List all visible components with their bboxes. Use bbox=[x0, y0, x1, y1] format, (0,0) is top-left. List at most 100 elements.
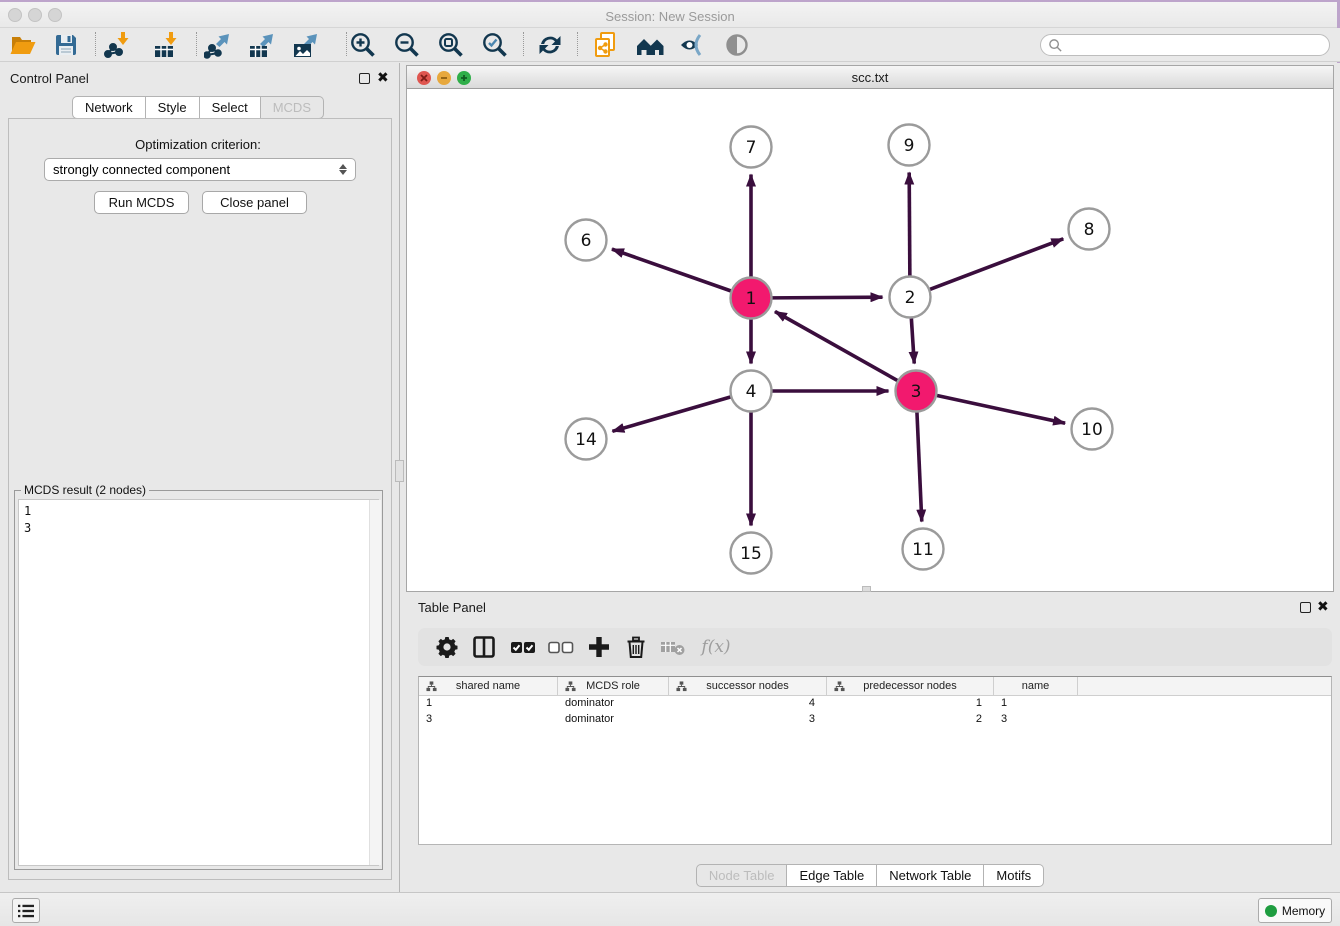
gear-icon[interactable] bbox=[432, 632, 462, 662]
column-header-name[interactable]: name bbox=[994, 677, 1078, 695]
tab-edge-table[interactable]: Edge Table bbox=[787, 864, 877, 887]
graph-node-label: 4 bbox=[746, 382, 757, 402]
hide-panel-icon[interactable] bbox=[678, 30, 708, 60]
function-icon[interactable]: f(x) bbox=[696, 632, 736, 662]
zoom-fit-icon[interactable] bbox=[436, 30, 466, 60]
search-field[interactable] bbox=[1040, 34, 1330, 56]
status-bar: Memory bbox=[0, 892, 1340, 926]
graph-edge-3-1[interactable] bbox=[775, 312, 897, 381]
column-header-successor-nodes[interactable]: successor nodes bbox=[669, 677, 827, 695]
table-row[interactable]: 3dominator323 bbox=[419, 712, 1331, 728]
select-all-icon[interactable] bbox=[508, 632, 538, 662]
table-cell[interactable]: 3 bbox=[994, 712, 1078, 728]
export-table-icon[interactable] bbox=[247, 30, 277, 60]
memory-button[interactable]: Memory bbox=[1258, 898, 1332, 923]
table-cell[interactable]: dominator bbox=[558, 712, 669, 728]
table-cell[interactable]: 4 bbox=[669, 696, 827, 712]
zoom-in-icon[interactable] bbox=[348, 30, 378, 60]
zoom-out-icon[interactable] bbox=[392, 30, 422, 60]
graph-node-label: 15 bbox=[740, 544, 762, 564]
run-mcds-button[interactable]: Run MCDS bbox=[94, 191, 189, 214]
control-panel-float-icon[interactable] bbox=[359, 73, 370, 84]
deselect-all-icon[interactable] bbox=[546, 632, 576, 662]
splitter-handle[interactable] bbox=[395, 460, 404, 482]
home-view-icon[interactable] bbox=[635, 30, 665, 60]
graph-edge-3-11[interactable] bbox=[917, 412, 922, 521]
horizontal-splitter-handle[interactable] bbox=[862, 586, 871, 592]
save-session-icon[interactable] bbox=[51, 30, 81, 60]
table-cell[interactable]: 3 bbox=[419, 712, 558, 728]
toolbar-separator bbox=[95, 32, 96, 56]
graph-edge-2-9[interactable] bbox=[909, 172, 910, 275]
column-header-predecessor-nodes[interactable]: predecessor nodes bbox=[827, 677, 994, 695]
table-cell[interactable]: 3 bbox=[669, 712, 827, 728]
control-panel-close-icon[interactable]: ✖ bbox=[377, 72, 389, 83]
graph-node-label: 14 bbox=[575, 430, 597, 450]
window-titlebar: Session: New Session bbox=[0, 0, 1340, 28]
criterion-select[interactable]: strongly connected component bbox=[44, 158, 356, 181]
tab-node-table[interactable]: Node Table bbox=[696, 864, 788, 887]
graph-edge-2-3[interactable] bbox=[911, 318, 914, 363]
network-window-title: scc.txt bbox=[407, 70, 1333, 85]
mcds-result-text[interactable]: 1 3 bbox=[18, 499, 379, 866]
tab-mcds[interactable]: MCDS bbox=[261, 96, 324, 119]
table-panel-float-icon[interactable] bbox=[1300, 602, 1311, 613]
import-network-icon[interactable] bbox=[103, 30, 133, 60]
table-panel-title: Table Panel bbox=[418, 600, 486, 615]
memory-status-icon bbox=[1265, 905, 1277, 917]
graph-node-label: 10 bbox=[1081, 420, 1103, 440]
graph-edge-3-10[interactable] bbox=[937, 396, 1065, 424]
tab-select[interactable]: Select bbox=[200, 96, 261, 119]
network-window-titlebar: scc.txt bbox=[407, 66, 1333, 89]
table-cell[interactable]: 1 bbox=[827, 696, 994, 712]
node-table: shared nameMCDS rolesuccessor nodesprede… bbox=[418, 676, 1332, 845]
main-toolbar bbox=[0, 28, 1340, 62]
close-panel-button[interactable]: Close panel bbox=[202, 191, 307, 214]
tab-motifs[interactable]: Motifs bbox=[984, 864, 1044, 887]
table-cell[interactable]: 1 bbox=[994, 696, 1078, 712]
add-icon[interactable] bbox=[584, 632, 614, 662]
criterion-value: strongly connected component bbox=[53, 162, 230, 177]
graph-edge-1-2[interactable] bbox=[772, 297, 882, 298]
delete-table-icon[interactable] bbox=[658, 632, 688, 662]
show-panel-icon[interactable] bbox=[722, 30, 752, 60]
mcds-result-title: MCDS result (2 nodes) bbox=[21, 483, 149, 497]
network-view-window: scc.txt 1234678910111415 bbox=[406, 65, 1334, 592]
import-table-icon[interactable] bbox=[151, 30, 181, 60]
table-cell[interactable]: dominator bbox=[558, 696, 669, 712]
split-columns-icon[interactable] bbox=[469, 632, 499, 662]
table-cell[interactable]: 2 bbox=[827, 712, 994, 728]
network-canvas[interactable]: 1234678910111415 bbox=[407, 89, 1333, 591]
search-input[interactable] bbox=[1063, 36, 1329, 54]
refresh-icon[interactable] bbox=[535, 30, 565, 60]
table-cell[interactable]: 1 bbox=[419, 696, 558, 712]
export-network-icon[interactable] bbox=[203, 30, 233, 60]
table-toolbar: f(x) bbox=[418, 628, 1332, 666]
clone-network-icon[interactable] bbox=[590, 30, 620, 60]
toolbar-separator bbox=[523, 32, 524, 56]
column-header-MCDS-role[interactable]: MCDS role bbox=[558, 677, 669, 695]
column-header-shared-name[interactable]: shared name bbox=[419, 677, 558, 695]
tab-network-table[interactable]: Network Table bbox=[877, 864, 984, 887]
tab-network[interactable]: Network bbox=[72, 96, 146, 119]
graph-edge-1-6[interactable] bbox=[612, 249, 731, 291]
search-icon bbox=[1048, 38, 1063, 53]
zoom-selected-icon[interactable] bbox=[480, 30, 510, 60]
graph-node-label: 11 bbox=[912, 540, 934, 560]
task-list-icon[interactable] bbox=[12, 898, 40, 923]
graph-node-label: 2 bbox=[905, 288, 916, 308]
memory-label: Memory bbox=[1282, 904, 1325, 918]
graph-edge-4-14[interactable] bbox=[612, 397, 730, 431]
graph-node-label: 8 bbox=[1084, 220, 1095, 240]
scrollbar[interactable] bbox=[369, 500, 381, 865]
table-row[interactable]: 1dominator411 bbox=[419, 696, 1331, 712]
graph-node-label: 9 bbox=[904, 136, 915, 156]
trash-icon[interactable] bbox=[621, 632, 651, 662]
graph-node-label: 3 bbox=[911, 382, 922, 402]
graph-edge-2-8[interactable] bbox=[930, 239, 1063, 290]
tab-style[interactable]: Style bbox=[146, 96, 200, 119]
export-image-icon[interactable] bbox=[291, 30, 321, 60]
table-panel-close-icon[interactable]: ✖ bbox=[1317, 601, 1329, 612]
table-body: 1dominator4113dominator323 bbox=[419, 696, 1331, 728]
open-session-icon[interactable] bbox=[8, 30, 38, 60]
